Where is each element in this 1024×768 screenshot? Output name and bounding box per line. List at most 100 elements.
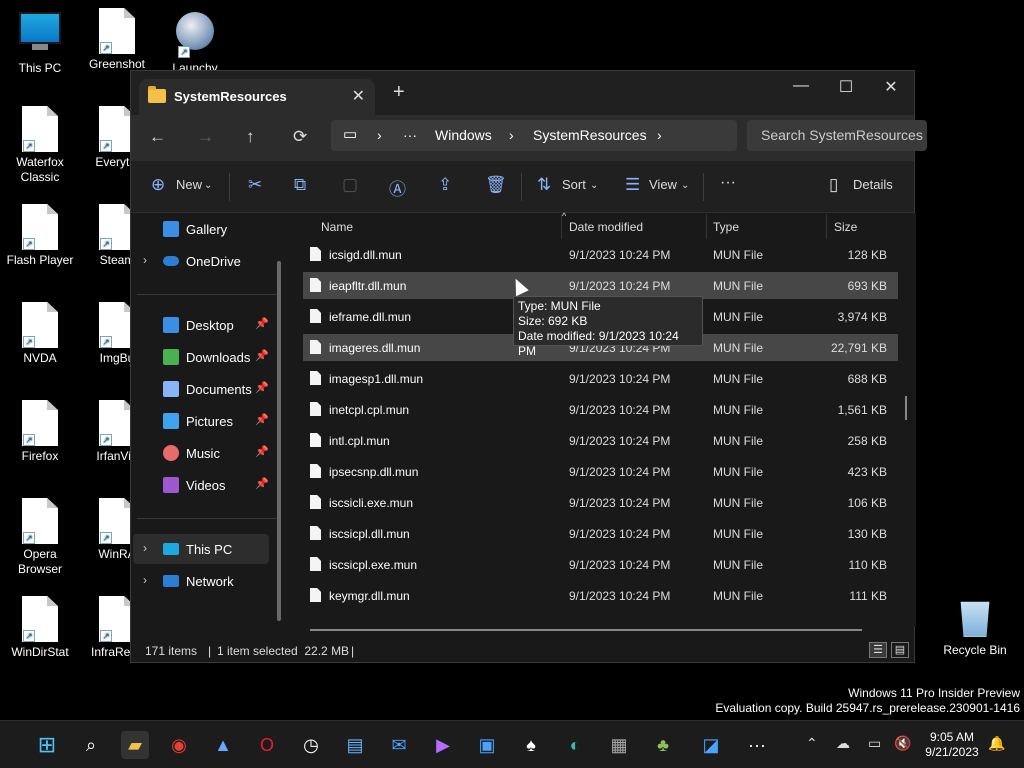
desktop-icon-nvda[interactable]: ↗ NVDA bbox=[0, 302, 80, 366]
view-button[interactable]: View bbox=[649, 177, 677, 192]
column-name[interactable]: Name bbox=[321, 220, 353, 234]
breadcrumb-systemresources[interactable]: SystemResources bbox=[533, 127, 647, 143]
divider bbox=[137, 294, 277, 295]
table-row[interactable]: ieapfltr.dll.mun 9/1/2023 10:24 PM MUN Fil… bbox=[303, 272, 898, 299]
start-button[interactable]: ⊞ bbox=[33, 731, 61, 759]
sidebar-item-desktop[interactable]: Desktop 📌 bbox=[133, 310, 269, 340]
monitor-icon bbox=[163, 543, 179, 555]
table-row[interactable]: keymgr.dll.mun 9/1/2023 10:24 PM MUN File 1… bbox=[303, 582, 898, 609]
column-date-modified[interactable]: Date modified bbox=[569, 220, 643, 234]
table-row[interactable]: iscsicpl.dll.mun 9/1/2023 10:24 PM MUN Fil… bbox=[303, 520, 898, 547]
more-options-button[interactable]: ··· bbox=[720, 174, 736, 192]
forward-button[interactable]: → bbox=[197, 127, 214, 147]
notification-bell-icon[interactable]: 🔔 bbox=[988, 735, 1005, 752]
opera-icon[interactable]: O bbox=[253, 731, 281, 759]
search-input[interactable]: Search SystemResources bbox=[747, 120, 927, 151]
file-date: 9/1/2023 10:24 PM bbox=[569, 403, 671, 417]
media-player-icon[interactable]: ▣ bbox=[473, 731, 501, 759]
column-separator[interactable] bbox=[706, 214, 707, 239]
onedrive-tray-icon[interactable]: ☁ bbox=[836, 735, 850, 752]
column-type[interactable]: Type bbox=[713, 220, 739, 234]
table-row[interactable]: imagesp1.dll.mun 9/1/2023 10:24 PM MUN Fil… bbox=[303, 365, 898, 392]
up-button[interactable]: ↑ bbox=[246, 127, 255, 147]
refresh-button[interactable]: ⟳ bbox=[293, 127, 307, 147]
desktop-icon-firefox[interactable]: ↗ Firefox bbox=[0, 400, 80, 464]
solitaire-icon[interactable]: ♠ bbox=[517, 731, 545, 759]
network-tray-icon[interactable]: ▭ bbox=[868, 735, 881, 752]
sidebar-item-onedrive[interactable]: › OneDrive bbox=[133, 246, 269, 276]
desktop-icon-recycle-bin[interactable]: Recycle Bin bbox=[940, 597, 1010, 657]
sidebar-item-downloads[interactable]: Downloads 📌 bbox=[133, 342, 269, 372]
new-button[interactable]: New bbox=[176, 177, 202, 192]
navigation-scrollbar[interactable] bbox=[277, 261, 281, 621]
back-button[interactable]: ← bbox=[149, 127, 166, 147]
vertical-scrollbar-thumb[interactable] bbox=[905, 396, 907, 420]
desktop-icon-flash-player[interactable]: ↗ Flash Player bbox=[0, 204, 80, 268]
tree-app-icon[interactable]: ♣ bbox=[649, 731, 677, 759]
close-tab-icon[interactable]: ✕ bbox=[352, 86, 365, 106]
copy-icon[interactable]: ⧉ bbox=[294, 175, 306, 195]
new-tab-button[interactable]: + bbox=[393, 81, 405, 104]
tiles-view-button[interactable]: ▤ bbox=[891, 642, 909, 658]
column-separator[interactable] bbox=[826, 214, 827, 239]
sort-button[interactable]: Sort bbox=[562, 177, 586, 192]
desktop-icon-waterfox[interactable]: ↗ Waterfox Classic bbox=[0, 106, 80, 185]
table-row[interactable]: iscsicpl.exe.mun 9/1/2023 10:24 PM MUN Fil… bbox=[303, 551, 898, 578]
desktop-icon-launchy[interactable]: ↗ Launchy bbox=[155, 8, 235, 76]
delete-icon[interactable]: 🗑 bbox=[485, 175, 507, 195]
mail-icon[interactable]: ✉ bbox=[385, 731, 413, 759]
sidebar-item-music[interactable]: Music 📌 bbox=[133, 438, 269, 468]
table-row[interactable]: icsigd.dll.mun 9/1/2023 10:24 PM MUN File 1… bbox=[303, 241, 898, 268]
file-name: iscsicpl.exe.mun bbox=[329, 558, 418, 572]
search-icon[interactable]: ⌕ bbox=[77, 731, 105, 759]
share-icon[interactable]: ⇪ bbox=[438, 175, 452, 195]
more-apps-icon[interactable]: ··· bbox=[743, 731, 771, 759]
rename-icon[interactable]: Ⓐ bbox=[389, 175, 406, 200]
chevron-up-icon[interactable]: ⌃ bbox=[806, 735, 818, 752]
breadcrumb-more[interactable]: ··· bbox=[403, 127, 417, 143]
table-row[interactable]: ipsecsnp.dll.mun 9/1/2023 10:24 PM MUN Fil… bbox=[303, 458, 898, 485]
maximize-button[interactable]: ☐ bbox=[823, 77, 869, 97]
sort-icon: ⇅ bbox=[537, 175, 552, 194]
video-icon bbox=[163, 477, 179, 493]
column-size[interactable]: Size bbox=[834, 220, 857, 234]
file-icon bbox=[310, 495, 321, 509]
sidebar-item-network[interactable]: › Network bbox=[133, 566, 269, 596]
sidebar-item-documents[interactable]: Documents 📌 bbox=[133, 374, 269, 404]
horizontal-scrollbar-thumb[interactable] bbox=[310, 629, 862, 631]
sidebar-item-pictures[interactable]: Pictures 📌 bbox=[133, 406, 269, 436]
desktop-icon-greenshot[interactable]: ↗ Greenshot bbox=[77, 8, 157, 72]
desktop-icon-this-pc[interactable]: This PC bbox=[0, 8, 80, 76]
table-row[interactable]: inetcpl.cpl.mun 9/1/2023 10:24 PM MUN File… bbox=[303, 396, 898, 423]
breadcrumb[interactable]: ▭ › ··· Windows › SystemResources › bbox=[331, 120, 737, 151]
close-window-button[interactable]: ✕ bbox=[868, 77, 914, 97]
clipchamp-icon[interactable]: ▶ bbox=[429, 731, 457, 759]
volume-mute-icon[interactable]: 🔇 bbox=[894, 735, 911, 752]
desktop-icon-opera[interactable]: ↗ Opera Browser bbox=[0, 498, 80, 577]
table-row[interactable]: intl.cpl.mun 9/1/2023 10:24 PM MUN File 258… bbox=[303, 427, 898, 454]
details-button[interactable]: Details bbox=[853, 177, 893, 192]
app-icon[interactable]: ▲ bbox=[209, 731, 237, 759]
paste-icon[interactable]: ▢ bbox=[342, 175, 358, 195]
edge-icon[interactable]: ◐ bbox=[561, 731, 589, 759]
column-separator[interactable] bbox=[561, 214, 562, 239]
notepad-icon[interactable]: ▤ bbox=[341, 731, 369, 759]
sidebar-item-videos[interactable]: Videos 📌 bbox=[133, 470, 269, 500]
clock-app-icon[interactable]: ◷ bbox=[297, 731, 325, 759]
details-view-button[interactable]: ☰ bbox=[869, 642, 887, 658]
tab-systemresources[interactable]: SystemResources ✕ bbox=[139, 79, 375, 115]
chrome-icon[interactable]: ◉ bbox=[165, 731, 193, 759]
table-row[interactable]: iscsicli.exe.mun 9/1/2023 10:24 PM MUN Fil… bbox=[303, 489, 898, 516]
calculator-icon[interactable]: ▦ bbox=[605, 731, 633, 759]
tab-bar: SystemResources ✕ + — ☐ ✕ bbox=[131, 71, 914, 115]
file-size: 688 KB bbox=[847, 372, 887, 386]
remote-desktop-icon[interactable]: ◪ bbox=[697, 731, 725, 759]
desktop-icon-windirstat[interactable]: ↗ WinDirStat bbox=[0, 596, 80, 660]
minimize-button[interactable]: — bbox=[778, 77, 824, 95]
file-explorer-taskbar-icon[interactable]: ▰ bbox=[121, 731, 149, 759]
sidebar-item-gallery[interactable]: Gallery bbox=[133, 214, 269, 244]
breadcrumb-windows[interactable]: Windows bbox=[435, 127, 492, 143]
cut-icon[interactable]: ✂ bbox=[248, 175, 262, 195]
sidebar-item-this-pc[interactable]: › This PC bbox=[133, 534, 269, 564]
clock[interactable]: 9:05 AM 9/21/2023 bbox=[918, 730, 986, 760]
